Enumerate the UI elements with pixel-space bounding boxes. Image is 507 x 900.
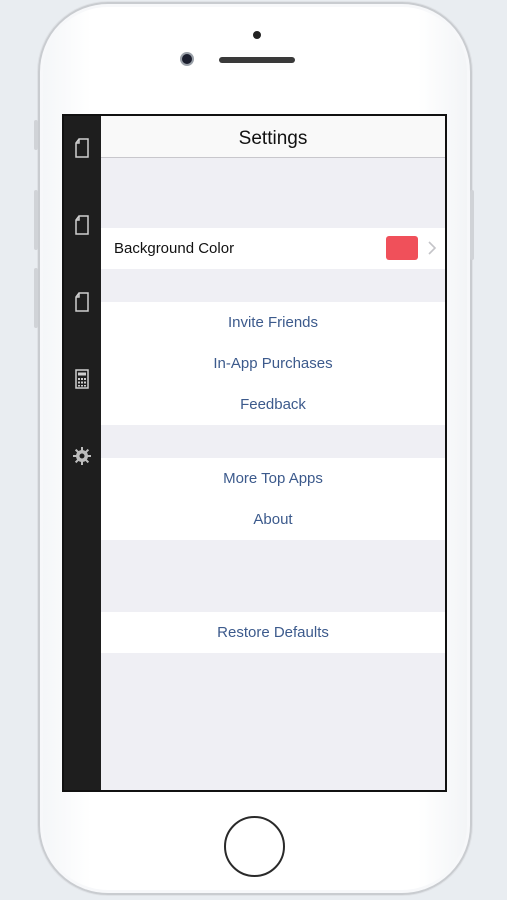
background-color-row[interactable]: Background Color [101, 228, 445, 269]
restore-defaults-label: Restore Defaults [217, 624, 329, 641]
invite-friends-label: Invite Friends [227, 314, 319, 331]
background-color-label: Background Color [114, 240, 235, 257]
home-button[interactable] [224, 816, 285, 877]
in-app-purchases-button[interactable]: In-App Purchases [101, 343, 445, 384]
about-label: About [253, 511, 293, 528]
invite-friends-button[interactable]: Invite Friends [101, 302, 445, 343]
gear-icon[interactable] [72, 446, 92, 466]
about-button[interactable]: About [101, 499, 445, 540]
document-icon[interactable] [74, 292, 90, 312]
phone-screen: Settings Background Color Invite Friends… [62, 114, 447, 792]
power-button [470, 190, 474, 260]
sidebar [64, 116, 101, 790]
page-title: Settings [238, 127, 308, 149]
document-icon[interactable] [74, 215, 90, 235]
navigation-bar: Settings [101, 116, 445, 158]
restore-defaults-button[interactable]: Restore Defaults [101, 612, 445, 653]
mute-switch [34, 120, 38, 150]
in-app-purchases-label: In-App Purchases [213, 355, 333, 372]
calculator-icon[interactable] [74, 369, 90, 389]
document-icon[interactable] [74, 138, 90, 158]
volume-up-button [34, 190, 38, 250]
front-camera [180, 52, 194, 66]
settings-content: Settings Background Color Invite Friends… [101, 116, 445, 790]
more-top-apps-label: More Top Apps [223, 470, 323, 487]
volume-down-button [34, 268, 38, 328]
color-swatch[interactable] [386, 236, 418, 260]
proximity-sensor [253, 31, 261, 39]
earpiece-speaker [219, 57, 295, 63]
more-top-apps-button[interactable]: More Top Apps [101, 458, 445, 499]
feedback-button[interactable]: Feedback [101, 384, 445, 425]
feedback-label: Feedback [240, 396, 306, 413]
chevron-right-icon [427, 240, 437, 256]
